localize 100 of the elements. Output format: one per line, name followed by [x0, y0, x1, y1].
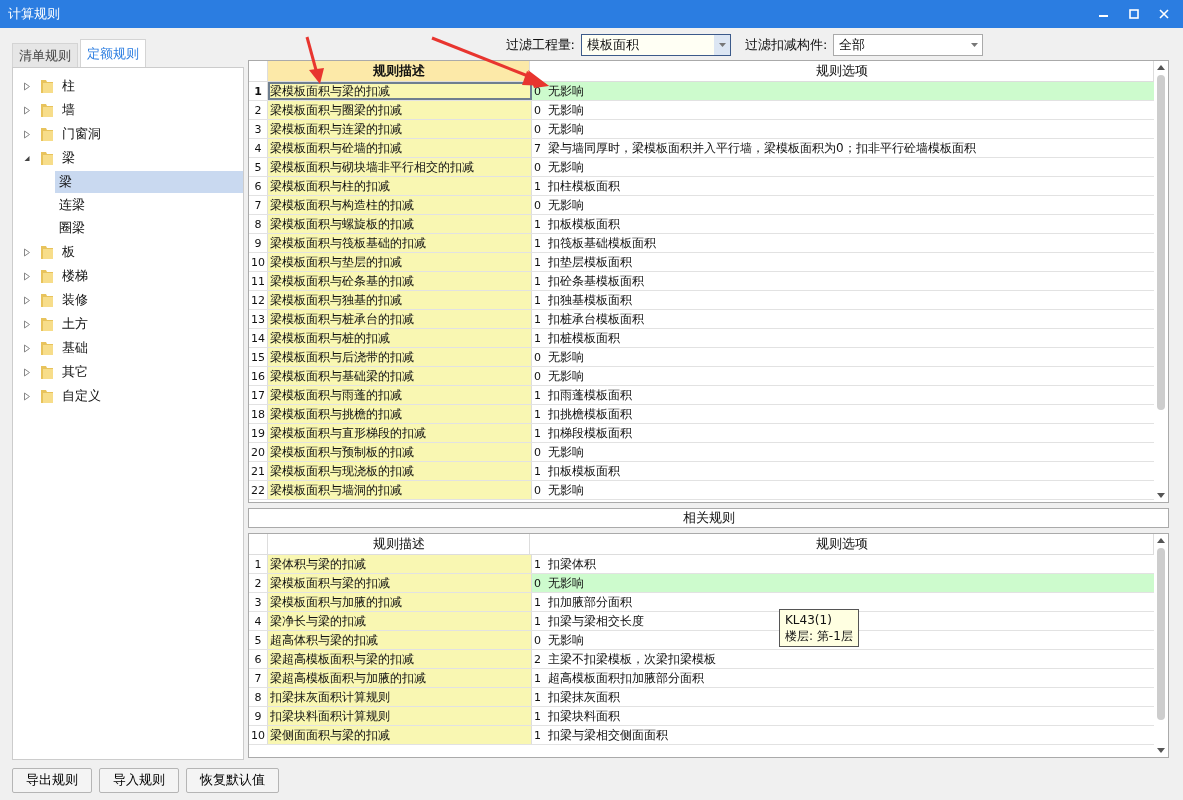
option-text: 1 扣梁体积: [534, 555, 596, 573]
table-cell: 超高体积与梁的扣减: [268, 631, 532, 649]
table-cell: 梁模板面积与预制板的扣减: [268, 443, 532, 461]
collapse-icon[interactable]: [23, 154, 31, 162]
option-text: 0 无影响: [534, 158, 584, 176]
table-cell: 梁模板面积与筏板基础的扣减: [268, 234, 532, 252]
folder-icon: [40, 292, 54, 308]
tree-item[interactable]: 连梁: [55, 194, 243, 216]
option-text: 1 扣梁块料面积: [534, 707, 620, 725]
tree-item[interactable]: 梁: [55, 171, 243, 193]
table-cell: 梁超高模板面积与梁的扣减: [268, 650, 532, 668]
tree-item[interactable]: 板: [13, 240, 243, 264]
tree-item[interactable]: 装修: [13, 288, 243, 312]
table-cell: 扣梁块料面积计算规则: [268, 707, 532, 725]
table-cell: 梁模板面积与圈梁的扣减: [268, 101, 532, 119]
option-text: 1 扣柱模板面积: [534, 177, 620, 195]
tree-item[interactable]: 柱: [13, 74, 243, 98]
section-header: 相关规则: [248, 508, 1169, 528]
action-button[interactable]: 导出规则: [12, 767, 92, 793]
tree-item[interactable]: 基础: [13, 336, 243, 360]
column-header[interactable]: 规则描述: [268, 61, 530, 81]
expand-icon[interactable]: [23, 391, 31, 401]
expand-icon[interactable]: [23, 81, 31, 91]
expand-icon[interactable]: [23, 343, 31, 353]
maximize-icon[interactable]: [1129, 9, 1139, 19]
option-text: 1 扣筏板基础模板面积: [534, 234, 656, 252]
folder-icon: [40, 126, 54, 142]
expand-icon[interactable]: [23, 247, 31, 257]
scroll-down-icon[interactable]: [1157, 748, 1165, 753]
table-cell: 梁模板面积与挑檐的扣减: [268, 405, 532, 423]
scroll-down-icon[interactable]: [1157, 493, 1165, 498]
table-cell: 梁模板面积与直形梯段的扣减: [268, 424, 532, 442]
scroll-up-icon[interactable]: [1157, 65, 1165, 70]
folder-icon: [40, 340, 54, 356]
tab[interactable]: 清单规则: [12, 43, 78, 67]
option-text: 0 无影响: [534, 101, 584, 119]
filter-label: 过滤扣减构件:: [745, 36, 828, 54]
caret-icon: [718, 43, 726, 47]
tab[interactable]: 定额规则: [80, 39, 146, 67]
expand-icon[interactable]: [23, 105, 31, 115]
folder-icon: [40, 364, 54, 380]
table-cell: 梁净长与梁的扣减: [268, 612, 532, 630]
table-cell: 梁模板面积与构造柱的扣减: [268, 196, 532, 214]
folder-icon: [40, 244, 54, 260]
tree-item[interactable]: 圈梁: [55, 217, 243, 239]
tree-item[interactable]: 梁: [13, 146, 243, 170]
action-button[interactable]: 导入规则: [99, 767, 179, 793]
expand-icon[interactable]: [23, 319, 31, 329]
option-text: 0 无影响: [534, 82, 584, 100]
dropdown[interactable]: 全部: [833, 34, 984, 56]
table-cell: 梁模板面积与墙洞的扣减: [268, 481, 532, 499]
expand-icon[interactable]: [23, 367, 31, 377]
option-text: 1 扣板模板面积: [534, 215, 620, 233]
table-cell: 梁模板面积与梁的扣减: [268, 574, 532, 592]
tree-item[interactable]: 其它: [13, 360, 243, 384]
option-text: 1 扣桩模板面积: [534, 329, 620, 347]
tree-item[interactable]: 门窗洞: [13, 122, 243, 146]
table-cell: 梁模板面积与梁的扣减: [268, 82, 532, 100]
table-cell: 梁模板面积与基础梁的扣减: [268, 367, 532, 385]
tooltip-text: 楼层: 第-1层: [785, 628, 853, 644]
option-text: 0 无影响: [534, 120, 584, 138]
folder-icon: [40, 150, 54, 166]
option-text: 1 扣砼条基模板面积: [534, 272, 644, 290]
option-text: 1 扣梯段模板面积: [534, 424, 632, 442]
option-text: 0 无影响: [534, 631, 584, 649]
tree-item[interactable]: 自定义: [13, 384, 243, 408]
caret-icon: [970, 43, 978, 47]
table-cell: 梁模板面积与柱的扣减: [268, 177, 532, 195]
tree-item[interactable]: 墙: [13, 98, 243, 122]
column-header[interactable]: 规则选项: [530, 534, 1154, 554]
table-cell: 梁模板面积与现浇板的扣减: [268, 462, 532, 480]
option-text: 1 扣垫层模板面积: [534, 253, 632, 271]
tree-item[interactable]: 楼梯: [13, 264, 243, 288]
table-cell: 梁模板面积与加腋的扣减: [268, 593, 532, 611]
tree-item[interactable]: 土方: [13, 312, 243, 336]
table-cell: 梁模板面积与垫层的扣减: [268, 253, 532, 271]
expand-icon[interactable]: [23, 271, 31, 281]
scroll-up-icon[interactable]: [1157, 538, 1165, 543]
close-icon[interactable]: [1159, 9, 1169, 19]
expand-icon[interactable]: [23, 295, 31, 305]
table-cell: 梁模板面积与砼条基的扣减: [268, 272, 532, 290]
table-cell: 梁模板面积与砼墙的扣减: [268, 139, 532, 157]
table-cell: 梁侧面面积与梁的扣减: [268, 726, 532, 744]
tooltip-title: KL43(1): [785, 612, 833, 628]
filter-label: 过滤工程量:: [505, 36, 575, 54]
table-cell: 梁模板面积与砌块墙非平行相交的扣减: [268, 158, 532, 176]
option-text: 0 无影响: [534, 196, 584, 214]
action-button[interactable]: 恢复默认值: [186, 767, 279, 793]
option-text: 2 主梁不扣梁模板，次梁扣梁模板: [534, 650, 716, 668]
option-text: 1 扣加腋部分面积: [534, 593, 632, 611]
table-cell: 扣梁抹灰面积计算规则: [268, 688, 532, 706]
column-header[interactable]: 规则描述: [268, 534, 530, 554]
table-cell: 梁模板面积与雨蓬的扣减: [268, 386, 532, 404]
option-text: 1 扣梁与梁相交长度: [534, 612, 644, 630]
table-cell: 梁模板面积与独基的扣减: [268, 291, 532, 309]
expand-icon[interactable]: [23, 129, 31, 139]
option-text: 1 扣桩承台模板面积: [534, 310, 644, 328]
table-cell: 梁模板面积与桩承台的扣减: [268, 310, 532, 328]
dropdown[interactable]: 模板面积: [581, 34, 731, 56]
option-text: 1 扣独基模板面积: [534, 291, 632, 309]
